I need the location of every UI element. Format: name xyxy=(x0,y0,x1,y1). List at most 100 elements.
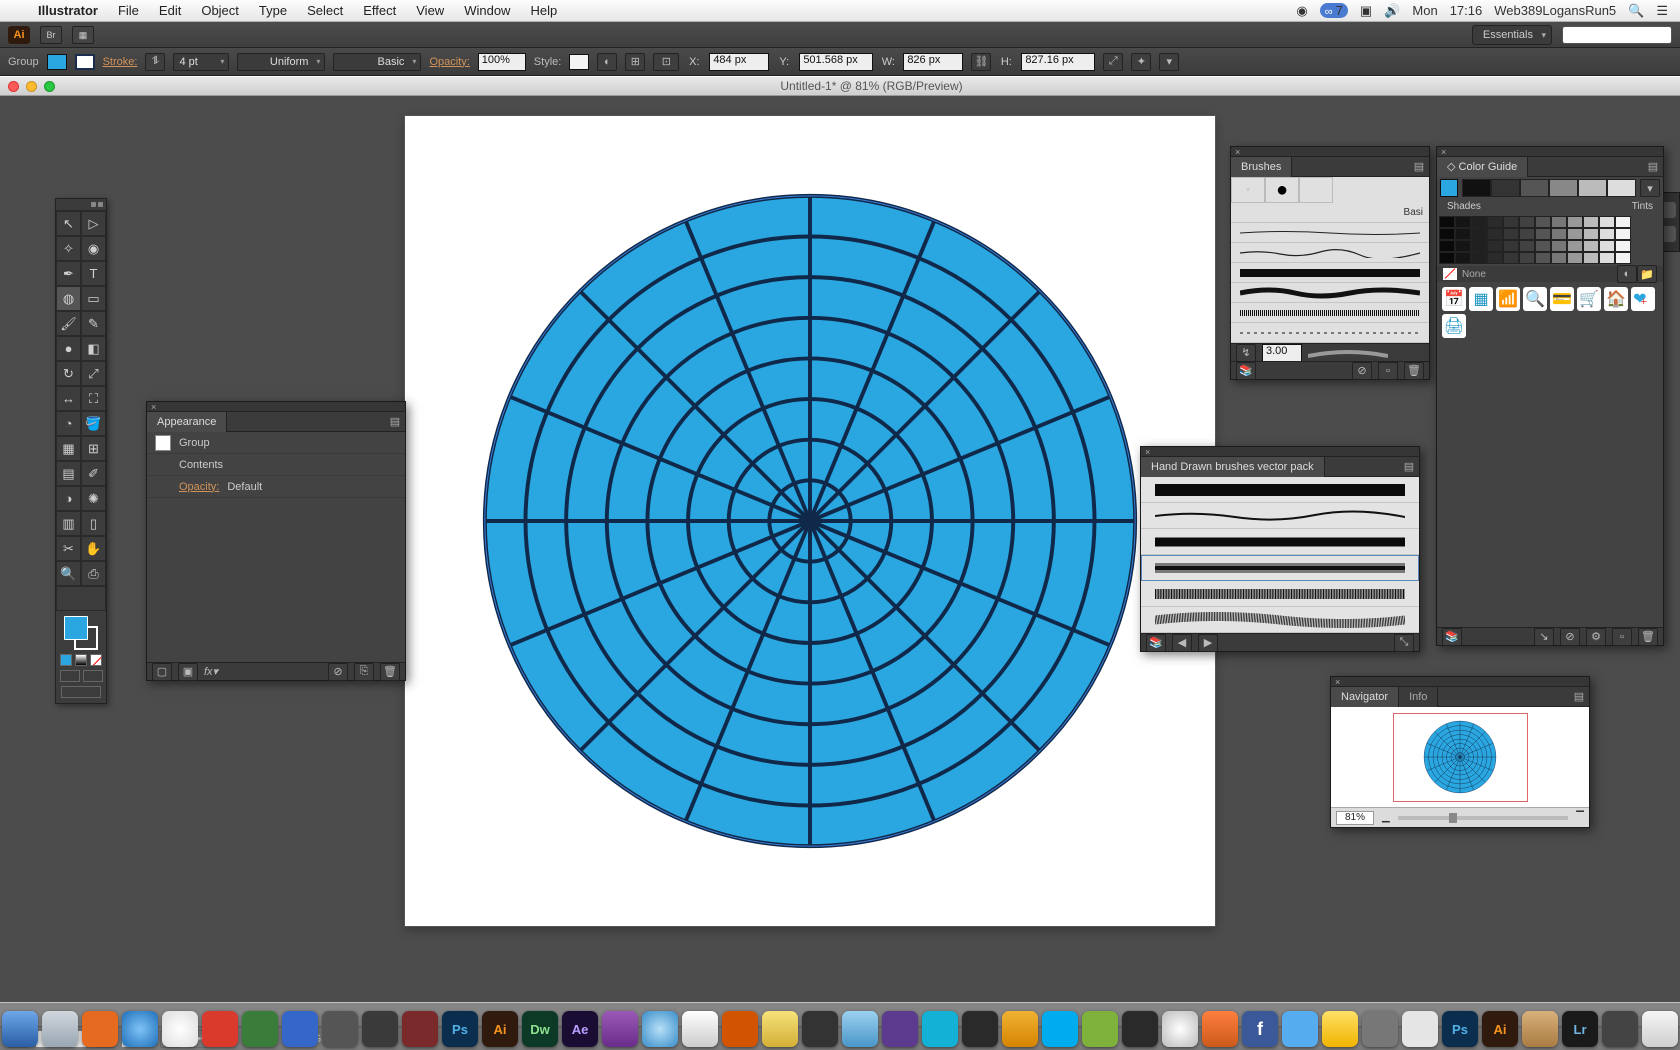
dock-app-icon[interactable] xyxy=(922,1011,958,1047)
paintbrush-tool[interactable]: 🖌 xyxy=(56,311,81,336)
drawing-mode-behind[interactable] xyxy=(83,670,103,682)
panel-menu-icon[interactable]: ▤ xyxy=(1643,160,1663,173)
h-field[interactable]: 827.16 px xyxy=(1021,53,1095,71)
navigator-panel[interactable]: × Navigator Info ▤ 81% ▁ ▔ xyxy=(1330,676,1590,828)
symbol-cart-icon[interactable]: 🛒 xyxy=(1577,287,1601,311)
pen-tool[interactable]: ✒ xyxy=(56,261,81,286)
gradient-tool[interactable]: ▤ xyxy=(56,461,81,486)
more-options-button[interactable]: ▾ xyxy=(1159,53,1179,71)
dock-app-icon[interactable] xyxy=(202,1011,238,1047)
delete-item-button[interactable]: 🗑 xyxy=(380,663,400,681)
menu-file[interactable]: File xyxy=(108,3,149,18)
brush-item[interactable] xyxy=(1141,477,1419,503)
align-button[interactable]: ⊞ xyxy=(625,53,645,71)
selection-tool[interactable]: ↖ xyxy=(56,211,81,236)
y-field[interactable]: 501.568 px xyxy=(799,53,873,71)
mesh-tool[interactable]: ⊞ xyxy=(81,436,106,461)
info-tab[interactable]: Info xyxy=(1399,687,1438,707)
close-icon[interactable]: × xyxy=(1441,147,1446,157)
new-fill-button[interactable]: ▢ xyxy=(152,663,172,681)
symbol-heart-icon[interactable]: ❤+ xyxy=(1631,287,1655,311)
stroke-weight-field[interactable]: 4 pt xyxy=(173,53,229,71)
new-brush-button[interactable]: ▫ xyxy=(1378,362,1398,380)
close-icon[interactable]: × xyxy=(1235,147,1240,157)
dock-app-icon[interactable]: Ae xyxy=(562,1011,598,1047)
symbol-options-button[interactable]: ⚙ xyxy=(1586,628,1606,646)
artboard-tool[interactable]: ▯ xyxy=(81,511,106,536)
dock-app-icon[interactable]: Ps xyxy=(1442,1011,1478,1047)
dock-app-icon[interactable] xyxy=(1162,1011,1198,1047)
opacity-link[interactable]: Opacity: xyxy=(429,56,469,68)
blob-brush-tool[interactable]: ● xyxy=(56,336,81,361)
bridge-button[interactable]: Br xyxy=(40,26,62,44)
dock-app-icon[interactable] xyxy=(1642,1011,1678,1047)
prev-library-button[interactable]: ◀ xyxy=(1172,634,1192,652)
constrain-proportions-button[interactable]: ⛓ xyxy=(971,53,991,71)
recolor-artwork-button[interactable]: ◐ xyxy=(597,53,617,71)
dock-app-icon[interactable] xyxy=(1082,1011,1118,1047)
brush-stroke-item[interactable]: Basi xyxy=(1231,203,1429,223)
menubar-extras-icon[interactable]: ☰ xyxy=(1656,3,1668,19)
opacity-field[interactable]: 100% xyxy=(478,53,526,71)
shear-button[interactable]: ⤢ xyxy=(1103,53,1123,71)
minimize-window-button[interactable] xyxy=(26,81,37,92)
clear-appearance-button[interactable]: ⊘ xyxy=(328,663,348,681)
dock-app-icon[interactable] xyxy=(362,1011,398,1047)
workspace-switcher[interactable]: Essentials xyxy=(1472,25,1552,45)
appearance-contents-row[interactable]: Contents xyxy=(147,454,405,476)
appearance-opacity-row[interactable]: Opacity: Default xyxy=(147,476,405,498)
spotlight-icon[interactable]: 🔍 xyxy=(1628,3,1644,19)
brush-tip-1[interactable]: • xyxy=(1231,177,1265,203)
opacity-link[interactable]: Opacity: xyxy=(179,481,219,493)
symbol-sprayer-tool[interactable]: ✺ xyxy=(81,486,106,511)
x-field[interactable]: 484 px xyxy=(709,53,769,71)
none-mode-button[interactable] xyxy=(90,654,102,666)
menu-effect[interactable]: Effect xyxy=(353,3,406,18)
menu-help[interactable]: Help xyxy=(520,3,567,18)
symbol-home-icon[interactable]: 🏠 xyxy=(1604,287,1628,311)
polar-grid-tool[interactable]: ◍ xyxy=(56,286,81,311)
close-window-button[interactable] xyxy=(8,81,19,92)
shape-builder-tool[interactable]: ◔ xyxy=(56,411,81,436)
hand-drawn-brushes-panel[interactable]: × Hand Drawn brushes vector pack ▤ 📚 ◀ ▶… xyxy=(1140,446,1420,652)
dock-app-icon[interactable] xyxy=(322,1011,358,1047)
brush-library-button[interactable]: 📚 xyxy=(1146,634,1166,652)
tools-panel[interactable]: ↖ ▷ ✧ ◉ ✒ T ◍ ▭ 🖌 ✎ ● ◧ ↻ ⤢ ↔ ⛶ ◔ 🪣 ▦ ⊞ xyxy=(55,198,107,704)
symbol-rss-icon[interactable]: 📶 xyxy=(1496,287,1520,311)
rotate-tool[interactable]: ↻ xyxy=(56,361,81,386)
drawing-mode-normal[interactable] xyxy=(60,670,80,682)
stroke-profile-dropdown[interactable]: Uniform xyxy=(237,53,325,71)
live-paint-tool[interactable]: 🪣 xyxy=(81,411,106,436)
panel-menu-icon[interactable]: ▤ xyxy=(1399,460,1419,473)
add-to-brushes-button[interactable]: ⤡ xyxy=(1394,634,1414,652)
dock-app-icon[interactable] xyxy=(82,1011,118,1047)
zoom-slider[interactable] xyxy=(1398,816,1569,820)
dock-app-icon[interactable] xyxy=(1522,1011,1558,1047)
navigator-preview[interactable] xyxy=(1331,707,1589,807)
menu-select[interactable]: Select xyxy=(297,3,353,18)
slice-tool[interactable]: ✂ xyxy=(56,536,81,561)
eraser-tool[interactable]: ◧ xyxy=(81,336,106,361)
sync-icon[interactable]: ◉ xyxy=(1296,3,1307,19)
fx-button[interactable]: fx▾ xyxy=(204,665,218,678)
dock-app-icon[interactable] xyxy=(1602,1011,1638,1047)
blend-tool[interactable]: ◑ xyxy=(56,486,81,511)
dock-app-icon[interactable] xyxy=(402,1011,438,1047)
brush-stroke-item[interactable] xyxy=(1231,303,1429,323)
brush-stroke-item[interactable] xyxy=(1231,223,1429,243)
stroke-weight-stepper[interactable]: ⥮ xyxy=(145,53,165,71)
scale-tool[interactable]: ⤢ xyxy=(81,361,106,386)
navigator-zoom-field[interactable]: 81% xyxy=(1336,811,1374,825)
panel-menu-icon[interactable]: ▤ xyxy=(1409,160,1429,173)
brush-item[interactable] xyxy=(1141,529,1419,555)
dock-app-icon[interactable]: f xyxy=(1242,1011,1278,1047)
brush-item[interactable] xyxy=(1141,581,1419,607)
panel-menu-icon[interactable]: ▤ xyxy=(385,415,405,428)
color-variations-grid[interactable] xyxy=(1437,214,1647,266)
brushes-panel[interactable]: × Brushes ▤ • ● Basi ↯ xyxy=(1230,146,1430,380)
dock-app-icon[interactable] xyxy=(682,1011,718,1047)
direct-selection-tool[interactable]: ▷ xyxy=(81,211,106,236)
menu-edit[interactable]: Edit xyxy=(149,3,191,18)
dock-app-icon[interactable]: Lr xyxy=(1562,1011,1598,1047)
gradient-mode-button[interactable] xyxy=(75,654,87,666)
